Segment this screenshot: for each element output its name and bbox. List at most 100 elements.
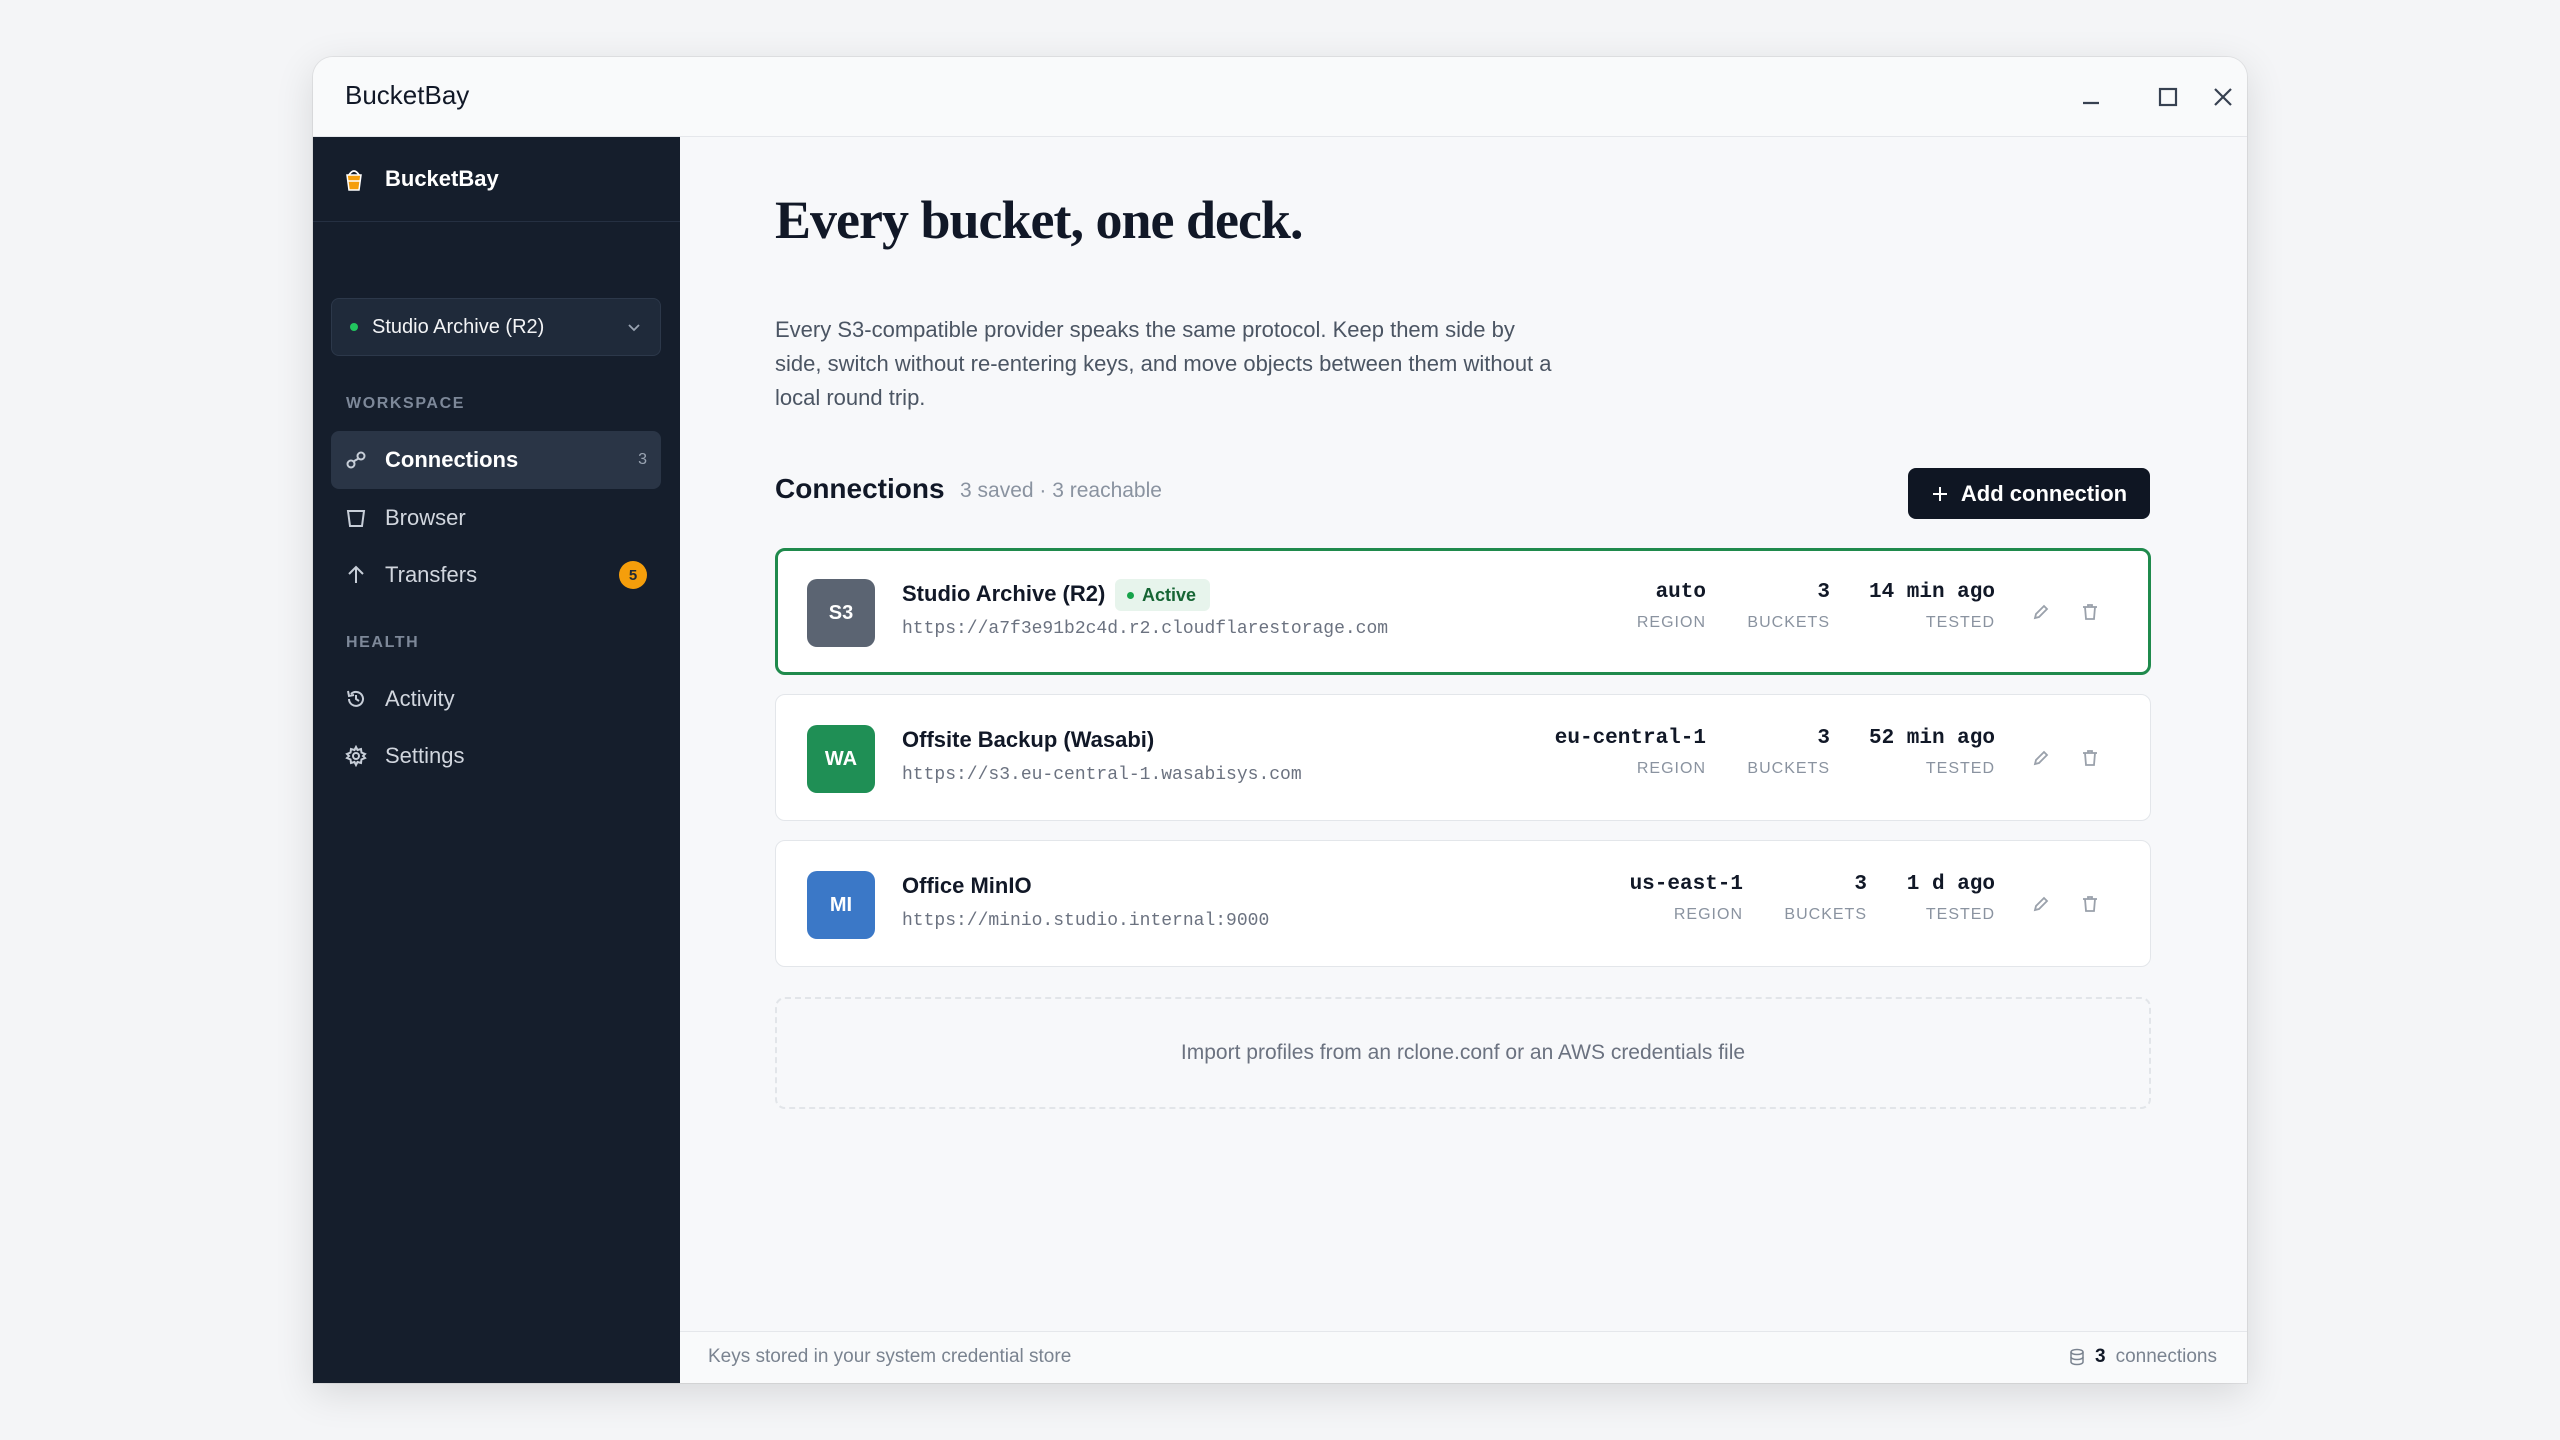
- sidebar-item-label: Transfers: [385, 562, 478, 587]
- sidebar-item-transfers[interactable]: Transfers 5: [331, 546, 661, 604]
- bucket-icon: [345, 507, 367, 529]
- connection-card-studio-archive[interactable]: S3 Studio Archive (R2) Active https://a7…: [775, 548, 2151, 675]
- buckets-stat: 3 BUCKETS: [1747, 581, 1830, 632]
- tested-value: 1 d ago: [1906, 873, 1995, 896]
- workspace-select-value: Studio Archive (R2): [372, 315, 545, 338]
- tested-label: TESTED: [1925, 614, 1995, 631]
- maximize-icon: [2158, 87, 2178, 107]
- status-bar: Keys stored in your system credential st…: [680, 1331, 2247, 1383]
- tested-value: 52 min ago: [1868, 727, 1995, 750]
- arrow-up-icon: [345, 564, 367, 586]
- sidebar-item-label: Activity: [385, 686, 455, 711]
- trash-icon: [2083, 750, 2097, 766]
- brand[interactable]: BucketBay: [343, 137, 680, 221]
- edit-button[interactable]: [2028, 745, 2054, 771]
- close-icon: [2214, 88, 2232, 106]
- connections-heading: Connections: [775, 473, 945, 504]
- buckets-value: 3: [1817, 581, 1830, 604]
- connection-name: Studio Archive (R2): [902, 581, 1106, 606]
- avatar: WA: [807, 725, 875, 793]
- buckets-value: 3: [1854, 873, 1867, 896]
- sidebar-item-activity[interactable]: Activity: [331, 670, 661, 728]
- region-stat: eu-central-1 REGION: [1555, 727, 1706, 778]
- credential-store-note: Keys stored in your system credential st…: [708, 1346, 1072, 1367]
- trash-icon: [2083, 896, 2097, 912]
- trash-icon: [2083, 604, 2097, 620]
- region-value: auto: [1655, 581, 1706, 604]
- connection-name: Office MinIO: [902, 873, 1032, 898]
- page-description: Every S3-compatible provider speaks the …: [775, 317, 1552, 410]
- tested-label: TESTED: [1925, 906, 1995, 923]
- connections-count: 3: [638, 451, 647, 468]
- window-title: BucketBay: [345, 80, 470, 110]
- divider: [313, 221, 680, 222]
- status-badge: Active: [1115, 579, 1211, 611]
- delete-button[interactable]: [2077, 599, 2103, 625]
- delete-button[interactable]: [2077, 745, 2103, 771]
- sidebar-item-connections[interactable]: Connections 3: [331, 431, 661, 489]
- sidebar-item-label: Connections: [385, 447, 519, 472]
- pencil-icon: [2033, 750, 2049, 766]
- status-badge-label: Active: [1142, 584, 1197, 605]
- section-label-workspace: WORKSPACE: [346, 395, 465, 412]
- add-connection-label: Add connection: [1960, 480, 2128, 506]
- connection-url: https://a7f3e91b2c4d.r2.cloudflarestorag…: [902, 619, 1389, 639]
- add-connection-button[interactable]: Add connection: [1908, 468, 2150, 519]
- connections-total: 3 connections: [2069, 1346, 2217, 1368]
- maximize-button[interactable]: [2142, 71, 2194, 123]
- connections-total-count: 3: [2095, 1346, 2106, 1367]
- region-label: REGION: [1636, 614, 1706, 631]
- transfers-badge: 5: [619, 561, 647, 589]
- pencil-icon: [2033, 896, 2049, 912]
- status-dot: [350, 323, 358, 331]
- buckets-label: BUCKETS: [1747, 760, 1830, 777]
- import-profiles-text: Import profiles from an rclone.conf or a…: [1180, 1041, 1746, 1064]
- sidebar-item-browser[interactable]: Browser: [331, 489, 661, 547]
- connections-summary: 3 saved · 3 reachable: [960, 479, 1162, 502]
- minimize-button[interactable]: [2065, 71, 2117, 123]
- history-icon: [345, 688, 367, 710]
- close-button[interactable]: [2197, 71, 2247, 123]
- region-label: REGION: [1636, 760, 1706, 777]
- chevron-down-icon: [628, 324, 640, 332]
- connection-card-offsite-backup[interactable]: WA Offsite Backup (Wasabi) https://s3.eu…: [775, 694, 2151, 821]
- region-label: REGION: [1673, 906, 1743, 923]
- region-stat: auto REGION: [1637, 581, 1706, 632]
- tested-stat: 1 d ago TESTED: [1907, 873, 1995, 924]
- avatar: MI: [807, 871, 875, 939]
- avatar: S3: [807, 579, 875, 647]
- buckets-stat: 3 BUCKETS: [1747, 727, 1830, 778]
- app-window: BucketBay BucketBay Studio Archive (R2) …: [313, 57, 2247, 1383]
- buckets-label: BUCKETS: [1747, 614, 1830, 631]
- sidebar-item-settings[interactable]: Settings: [331, 727, 661, 785]
- connection-url: https://s3.eu-central-1.wasabisys.com: [902, 765, 1302, 785]
- edit-button[interactable]: [2028, 599, 2054, 625]
- pencil-icon: [2033, 604, 2049, 620]
- sidebar-item-label: Settings: [385, 743, 465, 768]
- database-icon: [2070, 1348, 2084, 1366]
- tested-value: 14 min ago: [1868, 581, 1995, 604]
- buckets-stat: 3 BUCKETS: [1784, 873, 1867, 924]
- import-profiles-dropzone[interactable]: Import profiles from an rclone.conf or a…: [775, 997, 2151, 1109]
- link-icon: [345, 449, 367, 471]
- delete-button[interactable]: [2077, 891, 2103, 917]
- tested-stat: 52 min ago TESTED: [1869, 727, 1995, 778]
- minimize-icon: [2083, 101, 2099, 105]
- buckets-label: BUCKETS: [1784, 906, 1867, 923]
- plus-icon: [1932, 486, 1947, 501]
- gear-icon: [345, 745, 367, 767]
- region-value: us-east-1: [1629, 873, 1743, 896]
- section-label-health: HEALTH: [346, 634, 420, 651]
- sidebar-item-label: Browser: [385, 505, 466, 530]
- workspace-select[interactable]: Studio Archive (R2): [331, 298, 661, 356]
- page-title: Every bucket, one deck.: [775, 190, 1303, 250]
- region-stat: us-east-1 REGION: [1630, 873, 1743, 924]
- brand-name: BucketBay: [385, 166, 499, 191]
- connection-url: https://minio.studio.internal:9000: [902, 911, 1270, 931]
- tested-stat: 14 min ago TESTED: [1869, 581, 1995, 632]
- active-dot: [1127, 591, 1134, 599]
- connection-card-office-minio[interactable]: MI Office MinIO https://minio.studio.int…: [775, 840, 2151, 967]
- sidebar: BucketBay Studio Archive (R2) WORKSPACE …: [313, 137, 680, 1383]
- edit-button[interactable]: [2028, 891, 2054, 917]
- connection-name: Offsite Backup (Wasabi): [902, 727, 1155, 752]
